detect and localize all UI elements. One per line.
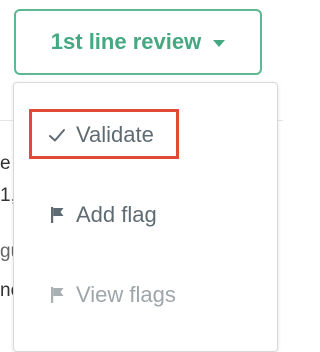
menu-item-view-flags[interactable]: View flags bbox=[14, 273, 277, 317]
flag-icon bbox=[51, 287, 64, 303]
menu-item-label: Validate bbox=[76, 122, 154, 147]
menu-item-label: Add flag bbox=[76, 202, 157, 227]
review-dropdown-menu: Validate Add flag View flags bbox=[13, 82, 278, 352]
menu-item-validate[interactable]: Validate bbox=[14, 109, 277, 159]
menu-item-add-flag[interactable]: Add flag bbox=[14, 193, 277, 237]
check-icon bbox=[49, 129, 65, 142]
menu-item-label: View flags bbox=[76, 282, 176, 307]
review-dropdown-button[interactable]: 1st line review bbox=[14, 9, 262, 75]
caret-down-icon bbox=[213, 39, 226, 47]
review-dropdown-label: 1st line review bbox=[50, 29, 202, 54]
flag-icon bbox=[51, 207, 64, 223]
